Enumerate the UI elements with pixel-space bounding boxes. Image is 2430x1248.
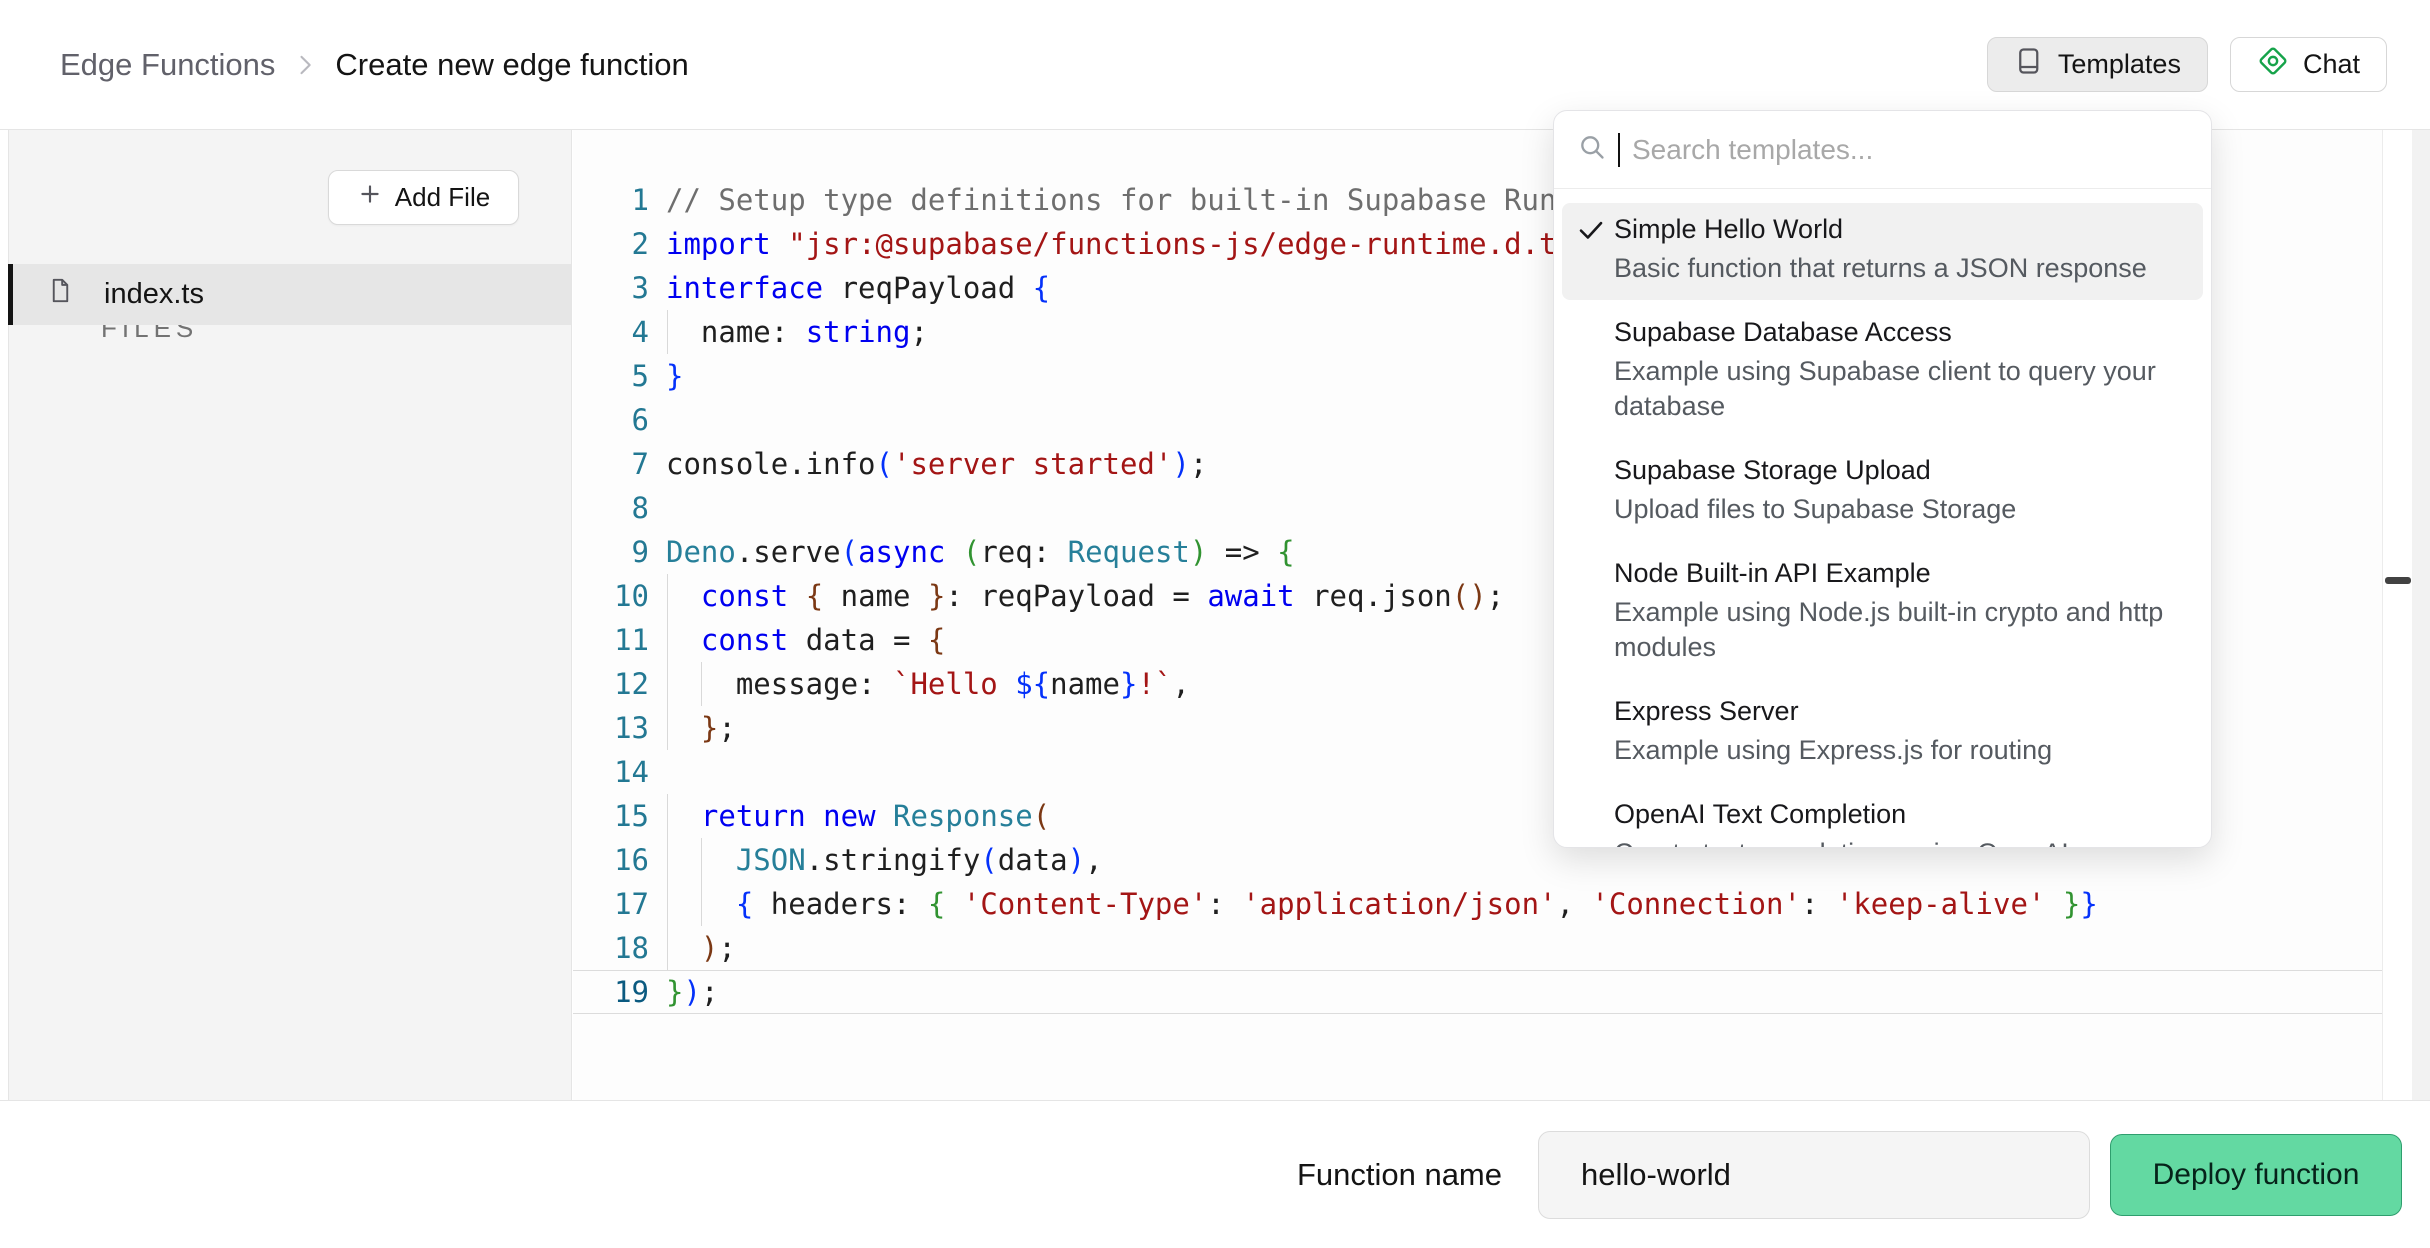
templates-button-label: Templates [2058, 49, 2181, 80]
template-title: Supabase Database Access [1614, 316, 2195, 348]
template-title: Express Server [1614, 695, 2195, 727]
code-text[interactable]: const data = { [649, 623, 945, 657]
code-text[interactable]: return new Response( [649, 799, 1050, 833]
check-icon [1576, 215, 1606, 250]
code-text[interactable]: import "jsr:@supabase/functions-js/edge-… [649, 227, 1591, 261]
plus-icon [357, 181, 383, 214]
line-number: 12 [573, 667, 649, 701]
deploy-bar: Function name Deploy function [0, 1100, 2430, 1248]
code-text[interactable]: Deno.serve(async (req: Request) => { [649, 535, 1295, 569]
line-number: 14 [573, 755, 649, 789]
template-item[interactable]: Supabase Storage Upload Upload files to S… [1562, 444, 2203, 541]
file-name: index.ts [104, 278, 204, 311]
line-number: 2 [573, 227, 649, 261]
files-sidebar: FILES Add File index.ts [8, 130, 572, 1100]
line-number: 6 [573, 403, 649, 437]
template-item[interactable]: Simple Hello World Basic function that re… [1562, 203, 2203, 300]
code-line[interactable]: 17 { headers: { 'Content-Type': 'applica… [573, 882, 2382, 926]
ai-diamond-icon [2257, 45, 2289, 84]
file-list: index.ts [9, 264, 571, 325]
template-description: Example using Express.js for routing [1614, 733, 2195, 768]
template-title: OpenAI Text Completion [1614, 798, 2195, 830]
code-text[interactable]: const { name }: reqPayload = await req.j… [649, 579, 1504, 613]
code-text[interactable]: { headers: { 'Content-Type': 'applicatio… [649, 887, 2098, 921]
line-number: 4 [573, 315, 649, 349]
breadcrumb: Edge Functions Create new edge function [60, 47, 689, 83]
line-number: 7 [573, 447, 649, 481]
line-number: 19 [573, 975, 649, 1009]
template-description: Example using Supabase client to query y… [1614, 354, 2195, 424]
book-icon [2014, 46, 2044, 83]
code-text[interactable]: message: `Hello ${name}!`, [649, 667, 1190, 701]
line-number: 13 [573, 711, 649, 745]
function-name-input[interactable] [1538, 1131, 2090, 1219]
code-text[interactable]: JSON.stringify(data), [649, 843, 1103, 877]
template-item[interactable]: Supabase Database Access Example using Su… [1562, 306, 2203, 438]
deploy-function-button[interactable]: Deploy function [2110, 1134, 2402, 1216]
chevron-right-icon [291, 51, 319, 79]
code-line[interactable]: 19}); [573, 970, 2382, 1014]
scrollbar-marker[interactable] [2385, 577, 2411, 584]
search-icon [1578, 133, 1606, 166]
code-text[interactable]: console.info('server started'); [649, 447, 1207, 481]
templates-button[interactable]: Templates [1987, 37, 2208, 92]
line-number: 1 [573, 183, 649, 217]
line-number: 9 [573, 535, 649, 569]
code-text[interactable]: }); [649, 975, 718, 1009]
template-description: Example using Node.js built-in crypto an… [1614, 595, 2195, 665]
function-name-label: Function name [1297, 1157, 1502, 1193]
template-item[interactable]: Node Built-in API Example Example using N… [1562, 547, 2203, 679]
add-file-label: Add File [395, 182, 490, 213]
template-description: Basic function that returns a JSON respo… [1614, 251, 2195, 286]
code-text[interactable]: } [649, 359, 683, 393]
template-search-input[interactable]: Search templates... [1554, 111, 2211, 189]
page-title: Create new edge function [335, 47, 688, 83]
template-description: Create text completions using OpenAI [1614, 836, 2195, 848]
file-icon [47, 277, 74, 312]
add-file-button[interactable]: Add File [328, 170, 519, 225]
template-item[interactable]: OpenAI Text Completion Create text comple… [1562, 788, 2203, 848]
line-number: 5 [573, 359, 649, 393]
code-line[interactable]: 18 ); [573, 926, 2382, 970]
line-number: 15 [573, 799, 649, 833]
line-number: 10 [573, 579, 649, 613]
text-cursor [1618, 133, 1620, 167]
header-actions: Templates Chat [1987, 37, 2387, 92]
page-right-gutter [2412, 130, 2430, 1100]
template-list: Simple Hello World Basic function that re… [1554, 189, 2211, 848]
line-number: 17 [573, 887, 649, 921]
chat-button-label: Chat [2303, 49, 2360, 80]
code-text[interactable]: ); [649, 931, 736, 965]
breadcrumb-edge-functions[interactable]: Edge Functions [60, 47, 275, 83]
templates-popover: Search templates... Simple Hello World Ba… [1553, 110, 2212, 848]
search-placeholder: Search templates... [1632, 134, 1873, 166]
template-description: Upload files to Supabase Storage [1614, 492, 2195, 527]
line-number: 18 [573, 931, 649, 965]
template-title: Simple Hello World [1614, 213, 2195, 245]
chat-button[interactable]: Chat [2230, 37, 2387, 92]
template-item[interactable]: Express Server Example using Express.js f… [1562, 685, 2203, 782]
line-number: 11 [573, 623, 649, 657]
editor-scrollbar[interactable] [2382, 130, 2412, 1100]
code-text[interactable]: name: string; [649, 315, 928, 349]
line-number: 16 [573, 843, 649, 877]
template-title: Node Built-in API Example [1614, 557, 2195, 589]
line-number: 3 [573, 271, 649, 305]
code-text[interactable]: }; [649, 711, 736, 745]
file-item[interactable]: index.ts [9, 264, 571, 325]
code-text[interactable]: interface reqPayload { [649, 271, 1050, 305]
template-title: Supabase Storage Upload [1614, 454, 2195, 486]
line-number: 8 [573, 491, 649, 525]
